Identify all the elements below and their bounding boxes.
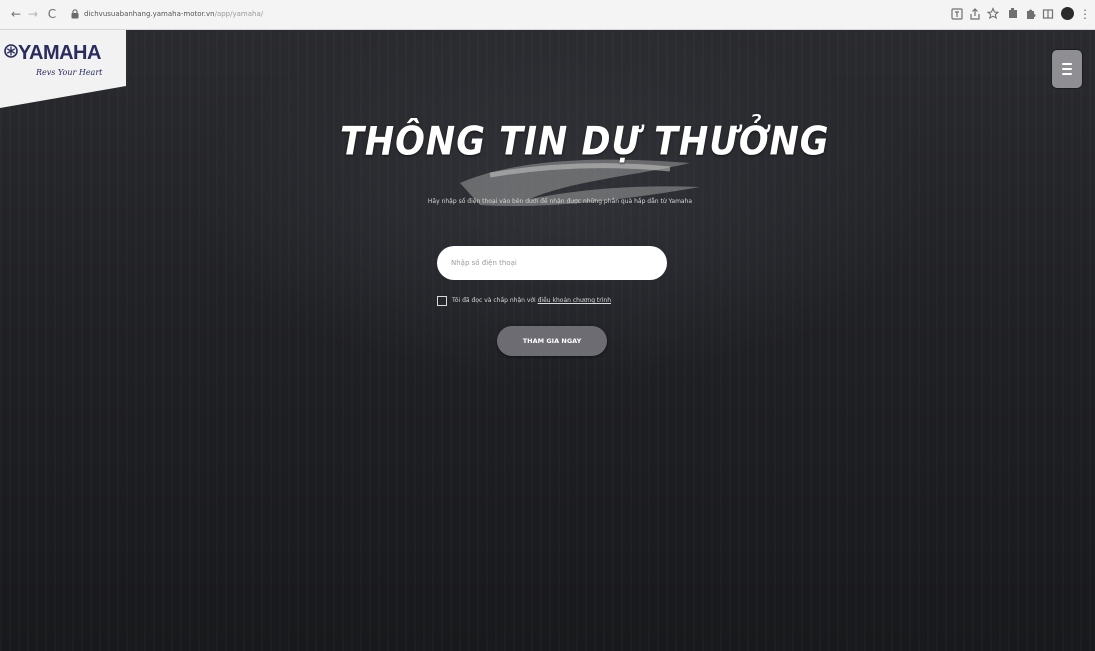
bookmark-star-icon[interactable]	[987, 7, 999, 21]
lock-icon[interactable]	[71, 9, 79, 19]
phone-number-input[interactable]	[437, 246, 667, 280]
forward-arrow-icon[interactable]: →	[25, 6, 41, 22]
url-path: /app/yamaha/	[214, 10, 264, 18]
join-now-button[interactable]: THAM GIA NGAY	[497, 326, 607, 356]
translate-icon[interactable]	[951, 7, 963, 21]
sidebar-panel-icon[interactable]	[1042, 7, 1054, 21]
terms-label: Tôi đã đọc và chấp nhận với điều khoản c…	[452, 296, 611, 306]
browser-menu-icon[interactable]: ⋮	[1077, 6, 1093, 22]
url-domain: dichvusuabanhang.yamaha-motor.vn	[84, 10, 215, 18]
hamburger-menu-button[interactable]	[1052, 50, 1082, 88]
browser-window: ← → C dichvusuabanhang.yamaha-motor.vn/a…	[0, 0, 1095, 651]
brand-logo[interactable]: YAMAHA Revs Your Heart	[0, 30, 126, 108]
logo-wordmark: YAMAHA	[18, 42, 101, 64]
logo-tagline: Revs Your Heart	[36, 68, 103, 77]
reload-icon[interactable]: C	[44, 6, 60, 22]
page-title: THÔNG TIN DỰ THƯỞNG	[340, 119, 830, 165]
tuning-fork-logo-icon	[4, 44, 18, 58]
page-subtitle: Hãy nhập số điện thoại vào bên dưới để n…	[427, 198, 693, 205]
back-arrow-icon[interactable]: ←	[8, 6, 24, 22]
share-icon[interactable]	[969, 7, 981, 21]
extension-icon[interactable]	[1007, 7, 1019, 21]
hamburger-menu-icon	[1062, 63, 1072, 65]
puzzle-extensions-icon[interactable]	[1024, 7, 1036, 21]
terms-prefix-text: Tôi đã đọc và chấp nhận với	[452, 297, 538, 304]
terms-link[interactable]: điều khoản chương trình	[538, 297, 611, 304]
address-bar[interactable]: dichvusuabanhang.yamaha-motor.vn/app/yam…	[84, 8, 263, 20]
terms-checkbox[interactable]	[437, 296, 447, 306]
profile-avatar[interactable]	[1061, 7, 1074, 20]
web-page: YAMAHA Revs Your Heart THÔNG TIN DỰ THƯỞ…	[0, 30, 1095, 651]
browser-toolbar: ← → C dichvusuabanhang.yamaha-motor.vn/a…	[0, 0, 1095, 30]
